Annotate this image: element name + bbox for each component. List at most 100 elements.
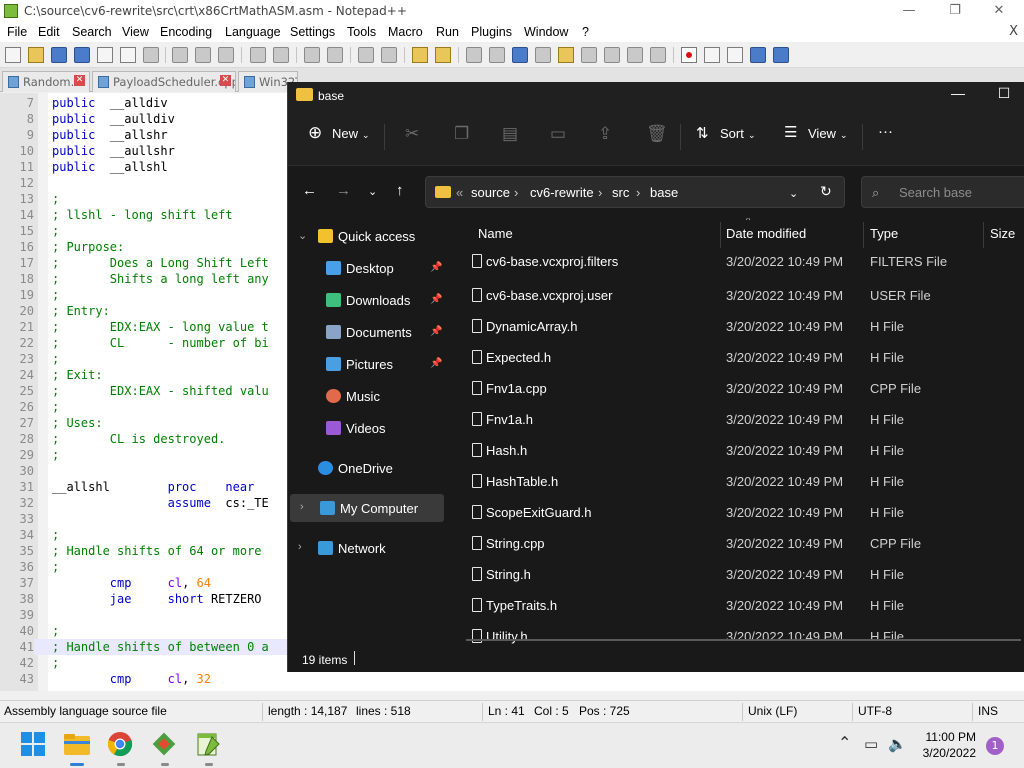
tab-random-h[interactable]: Random.h ✕: [2, 71, 90, 92]
file-row[interactable]: TypeTraits.h 3/20/2022 10:49 PM H File: [446, 590, 1024, 621]
close-file-icon[interactable]: [97, 47, 113, 63]
find-icon[interactable]: [304, 47, 320, 63]
address-dropdown-icon[interactable]: ⌄: [789, 187, 798, 200]
menu-edit[interactable]: Edit: [38, 25, 60, 39]
status-encoding[interactable]: UTF-8: [858, 704, 892, 718]
status-insert-mode[interactable]: INS: [978, 704, 998, 718]
restore-button[interactable]: ❐: [932, 0, 978, 22]
cut-icon[interactable]: ✂: [405, 124, 419, 144]
menu-tools[interactable]: Tools: [347, 25, 376, 39]
close-document-button[interactable]: X: [1009, 24, 1018, 39]
view-button[interactable]: View: [808, 126, 836, 141]
chevron-down-icon[interactable]: ⌄: [298, 229, 307, 242]
file-row[interactable]: cv6-base.vcxproj.user 3/20/2022 10:49 PM U…: [446, 280, 1024, 311]
delete-icon[interactable]: 🗑: [646, 124, 668, 144]
code-line[interactable]: 43 cmp cl, 32: [0, 671, 1024, 687]
menu-macro[interactable]: Macro: [388, 25, 423, 39]
save-icon[interactable]: [51, 47, 67, 63]
close-all-icon[interactable]: [120, 47, 136, 63]
paste-icon[interactable]: [218, 47, 234, 63]
undo-icon[interactable]: [250, 47, 266, 63]
chevron-down-icon[interactable]: ⌄: [840, 130, 848, 141]
nav-item-documents[interactable]: Documents 📌: [288, 318, 446, 346]
column-name[interactable]: Name: [478, 226, 513, 241]
menu-encoding[interactable]: Encoding: [160, 25, 212, 39]
menu-window[interactable]: Window: [524, 25, 568, 39]
nav-item-videos[interactable]: Videos: [288, 414, 446, 442]
status-eol[interactable]: Unix (LF): [748, 704, 797, 718]
close-button[interactable]: ✕: [976, 0, 1022, 22]
save-macro-icon[interactable]: [773, 47, 789, 63]
address-bar[interactable]: « source › cv6-rewrite › src › base ⌄ ↻: [425, 176, 845, 208]
file-explorer-icon[interactable]: [63, 731, 91, 766]
menu-language[interactable]: Language: [225, 25, 281, 39]
menu-settings[interactable]: Settings: [290, 25, 335, 39]
function-list-icon[interactable]: [558, 47, 574, 63]
column-size[interactable]: Size: [990, 226, 1015, 241]
monitoring-icon[interactable]: [604, 47, 620, 63]
file-row[interactable]: Fnv1a.h 3/20/2022 10:49 PM H File: [446, 404, 1024, 435]
nav-item-network[interactable]: › Network: [288, 534, 446, 562]
rename-icon[interactable]: ▭: [550, 124, 566, 144]
menu-help[interactable]: ?: [582, 25, 589, 39]
minimize-button[interactable]: —: [935, 85, 981, 107]
new-button[interactable]: New: [332, 126, 358, 141]
word-wrap-icon[interactable]: [466, 47, 482, 63]
nav-item-desktop[interactable]: Desktop 📌: [288, 254, 446, 282]
horizontal-scrollbar[interactable]: [466, 639, 1021, 641]
sync-horizontal-icon[interactable]: [435, 47, 451, 63]
back-icon[interactable]: ←: [302, 182, 317, 199]
redo-icon[interactable]: [273, 47, 289, 63]
sort-icon[interactable]: ⇅: [696, 124, 709, 142]
copy-icon[interactable]: ❐: [454, 124, 469, 144]
save-all-icon[interactable]: [74, 47, 90, 63]
forward-icon[interactable]: →: [336, 182, 351, 199]
file-row[interactable]: Hash.h 3/20/2022 10:49 PM H File: [446, 435, 1024, 466]
show-hidden-icons-icon[interactable]: ⌃: [838, 733, 851, 752]
zoom-in-icon[interactable]: [358, 47, 374, 63]
folder-workspace-icon[interactable]: [581, 47, 597, 63]
share-icon[interactable]: ⇪: [598, 124, 612, 144]
clock[interactable]: 11:00 PM 3/20/2022: [923, 729, 976, 761]
column-type[interactable]: Type: [870, 226, 898, 241]
minimize-button[interactable]: —: [886, 0, 932, 22]
file-row[interactable]: Expected.h 3/20/2022 10:49 PM H File: [446, 342, 1024, 373]
breadcrumb-cv6-rewrite[interactable]: cv6-rewrite: [530, 185, 594, 200]
column-date-modified[interactable]: Date modified: [726, 226, 806, 241]
notepadpp-icon[interactable]: [195, 731, 223, 766]
start-icon[interactable]: [20, 731, 48, 759]
breadcrumb-source[interactable]: source: [471, 185, 510, 200]
file-row[interactable]: cv6-base.vcxproj.filters 3/20/2022 10:49 …: [446, 246, 1024, 277]
breadcrumb-src[interactable]: src: [612, 185, 629, 200]
close-tab-icon[interactable]: ✕: [74, 75, 85, 86]
print-icon[interactable]: [143, 47, 159, 63]
file-row[interactable]: String.h 3/20/2022 10:49 PM H File: [446, 559, 1024, 590]
file-row[interactable]: HashTable.h 3/20/2022 10:49 PM H File: [446, 466, 1024, 497]
zoom-out-icon[interactable]: [381, 47, 397, 63]
menu-file[interactable]: File: [7, 25, 27, 39]
eye-icon[interactable]: [650, 47, 666, 63]
new-plus-icon[interactable]: ⊕: [308, 123, 322, 143]
chrome-icon[interactable]: [107, 731, 135, 766]
play-macro-icon[interactable]: [727, 47, 743, 63]
paste-icon[interactable]: ▤: [502, 124, 518, 144]
menu-search[interactable]: Search: [72, 25, 112, 39]
menu-view[interactable]: View: [122, 25, 149, 39]
run-macro-multiple-icon[interactable]: [750, 47, 766, 63]
cut-icon[interactable]: [172, 47, 188, 63]
file-row[interactable]: Fnv1a.cpp 3/20/2022 10:49 PM CPP File: [446, 373, 1024, 404]
nav-item-onedrive[interactable]: OneDrive: [288, 454, 446, 482]
file-row[interactable]: ScopeExitGuard.h 3/20/2022 10:49 PM H File: [446, 497, 1024, 528]
replace-icon[interactable]: [327, 47, 343, 63]
nav-item-downloads[interactable]: Downloads 📌: [288, 286, 446, 314]
up-icon[interactable]: ↑: [396, 182, 404, 199]
copy-icon[interactable]: [195, 47, 211, 63]
nav-item-pictures[interactable]: Pictures 📌: [288, 350, 446, 378]
nav-item-quick-access[interactable]: ⌄ Quick access: [288, 222, 446, 250]
menu-run[interactable]: Run: [436, 25, 459, 39]
file-row[interactable]: String.cpp 3/20/2022 10:49 PM CPP File: [446, 528, 1024, 559]
path-overflow-icon[interactable]: «: [456, 185, 463, 200]
tab-payloadscheduler-cpp[interactable]: PayloadScheduler.cpp ✕: [92, 71, 236, 92]
file-row[interactable]: DynamicArray.h 3/20/2022 10:49 PM H File: [446, 311, 1024, 342]
show-all-chars-icon[interactable]: [489, 47, 505, 63]
